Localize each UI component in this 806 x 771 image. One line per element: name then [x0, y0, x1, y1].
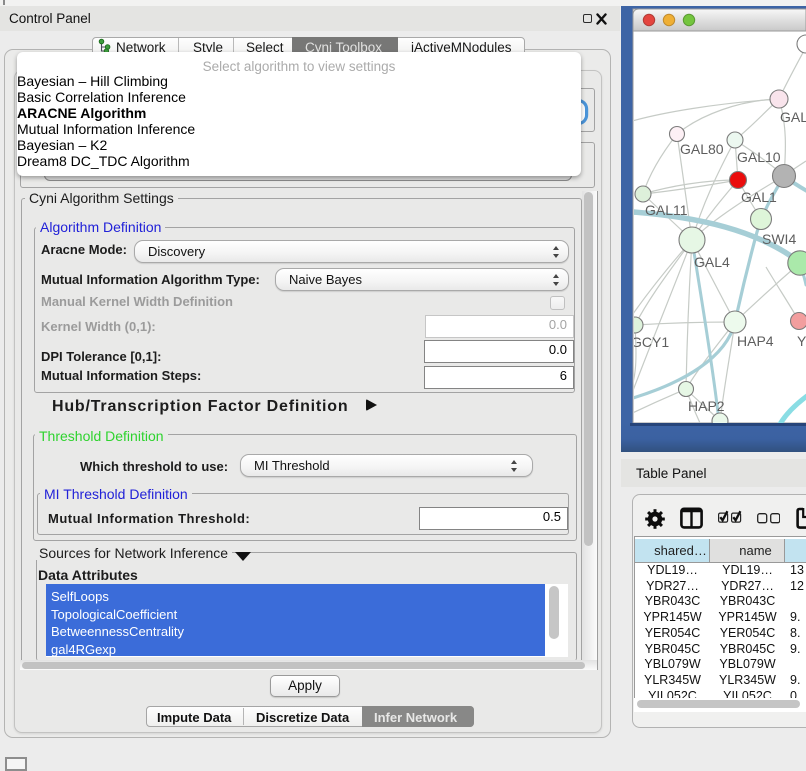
svg-text:Y: Y	[797, 333, 806, 349]
svg-text:GAL10: GAL10	[737, 149, 781, 165]
svg-text:HAP4: HAP4	[737, 333, 774, 349]
svg-text:GAL4: GAL4	[694, 254, 730, 270]
svg-text:GAL80: GAL80	[680, 141, 724, 157]
svg-text:HAP2: HAP2	[688, 398, 725, 414]
svg-text:GAL7: GAL7	[780, 109, 806, 125]
svg-text:GAL11: GAL11	[645, 202, 688, 218]
svg-text:GCY1: GCY1	[631, 334, 669, 350]
svg-text:SWI4: SWI4	[762, 231, 796, 247]
svg-text:GAL1: GAL1	[741, 189, 777, 205]
